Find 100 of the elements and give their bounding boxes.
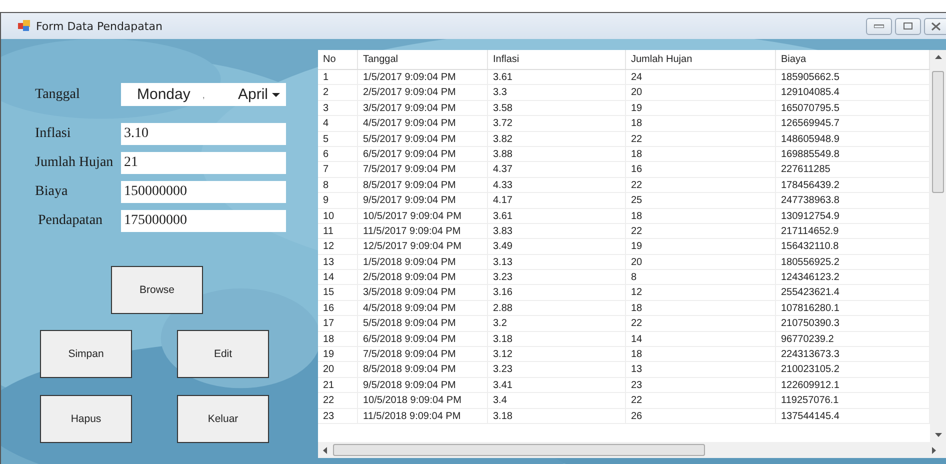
table-cell: 6/5/2017 9:09:04 PM	[358, 146, 488, 162]
table-cell: 4.33	[488, 178, 626, 192]
table-cell: 10/5/2017 9:09:04 PM	[358, 208, 488, 223]
caret-icon[interactable]	[272, 92, 280, 96]
horizontal-scrollbar[interactable]	[318, 442, 946, 458]
table-cell: 20	[626, 85, 776, 100]
table-cell: 5/5/2018 9:09:04 PM	[358, 316, 488, 331]
table-cell: 4/5/2018 9:09:04 PM	[358, 300, 488, 316]
table-cell: 7	[318, 162, 358, 177]
table-cell: 22	[626, 224, 776, 238]
table-cell: 22	[626, 132, 776, 146]
window-title: Form Data Pendapatan	[36, 20, 162, 32]
table-cell: 3.4	[488, 393, 626, 408]
field-label: Tanggal	[34, 86, 81, 102]
table-cell: 13	[626, 362, 776, 377]
table-cell: 3.2	[488, 316, 626, 331]
table-cell: 20	[318, 362, 358, 377]
table-cell: 3.3	[488, 85, 626, 100]
table-cell: 1/5/2018 9:09:04 PM	[358, 254, 488, 270]
date-separator: ,	[202, 90, 205, 100]
table-cell: 10/5/2018 9:09:04 PM	[358, 393, 488, 408]
action-button[interactable]: Keluar	[177, 395, 269, 443]
table-cell: 26	[626, 408, 776, 423]
table-cell: 3.88	[488, 146, 626, 162]
date-picker[interactable]: Monday , April	[121, 83, 286, 106]
table-cell: 6/5/2018 9:09:04 PM	[358, 332, 488, 346]
table-cell: 14	[626, 332, 776, 346]
minimize-button[interactable]	[866, 18, 892, 34]
table-cell: 3.18	[488, 408, 626, 423]
scroll-thumb[interactable]	[932, 71, 944, 193]
table-cell: 18	[626, 116, 776, 131]
browse-button[interactable]: Browse	[111, 266, 203, 314]
table-cell: 17	[318, 316, 358, 331]
column-header[interactable]: Jumlah Hujan	[626, 50, 776, 69]
table-cell: 18	[626, 146, 776, 162]
table-cell: 12	[318, 239, 358, 254]
table-cell: 3.49	[488, 239, 626, 254]
table-cell: 14	[318, 270, 358, 284]
table-cell: 16	[318, 300, 358, 316]
table-cell: 3.23	[488, 362, 626, 377]
input-field[interactable]: 150000000	[121, 181, 286, 203]
maximize-button[interactable]	[895, 18, 921, 34]
action-button[interactable]: Simpan	[40, 330, 132, 378]
close-button[interactable]	[924, 18, 946, 34]
table-cell: 3.18	[488, 332, 626, 346]
scroll-right-icon[interactable]	[932, 446, 936, 454]
column-header[interactable]: Inflasi	[488, 50, 626, 69]
table-cell: 4	[318, 116, 358, 131]
table-cell: 13	[318, 254, 358, 270]
table-cell: 8	[626, 270, 776, 284]
input-field[interactable]: 3.10	[121, 123, 286, 145]
table-cell: 9/5/2017 9:09:04 PM	[358, 193, 488, 208]
table-cell: 22	[626, 316, 776, 331]
table-cell: 19	[626, 100, 776, 116]
table-cell: 3	[318, 100, 358, 116]
table-cell: 9	[318, 193, 358, 208]
table-cell: 4/5/2017 9:09:04 PM	[358, 116, 488, 131]
table-cell: 4.17	[488, 193, 626, 208]
field-label: Pendapatan	[37, 213, 104, 229]
vertical-scrollbar[interactable]	[930, 50, 946, 442]
table-cell: 2/5/2018 9:09:04 PM	[358, 270, 488, 284]
table-cell: 23	[318, 408, 358, 423]
table-cell: 19	[626, 239, 776, 254]
table-cell: 8/5/2018 9:09:04 PM	[358, 362, 488, 377]
column-header[interactable]: No	[318, 50, 358, 69]
minimize-icon	[874, 24, 884, 28]
table-cell: 6	[318, 146, 358, 162]
scroll-left-icon[interactable]	[323, 446, 327, 454]
table-cell: 12/5/2017 9:09:04 PM	[358, 239, 488, 254]
table-cell: 2	[318, 85, 358, 100]
table-cell: 18	[318, 332, 358, 346]
table-cell: 11/5/2018 9:09:04 PM	[358, 408, 488, 423]
table-cell: 22	[626, 178, 776, 192]
column-header[interactable]: Tanggal	[358, 50, 488, 69]
input-field[interactable]: 21	[121, 152, 286, 174]
table-cell: 3/5/2018 9:09:04 PM	[358, 285, 488, 300]
date-day: Monday	[137, 86, 190, 103]
table-cell: 1	[318, 70, 358, 84]
scroll-thumb[interactable]	[333, 444, 705, 456]
field-label: Inflasi	[34, 126, 72, 142]
table-cell: 3.13	[488, 254, 626, 270]
table-cell: 10	[318, 208, 358, 223]
table-cell: 4.37	[488, 162, 626, 177]
scroll-down-icon[interactable]	[934, 433, 942, 437]
table-cell: 3.82	[488, 132, 626, 146]
action-button[interactable]: Hapus	[40, 395, 132, 443]
table-cell: 25	[626, 193, 776, 208]
table-cell: 3.61	[488, 70, 626, 84]
table-cell: 9/5/2018 9:09:04 PM	[358, 378, 488, 392]
table-cell: 11/5/2017 9:09:04 PM	[358, 224, 488, 238]
action-button[interactable]: Edit	[177, 330, 269, 378]
table-cell: 3.58	[488, 100, 626, 116]
table-cell: 22	[318, 393, 358, 408]
table-cell: 8/5/2017 9:09:04 PM	[358, 178, 488, 192]
table-cell: 18	[626, 300, 776, 316]
table-cell: 2/5/2017 9:09:04 PM	[358, 85, 488, 100]
table-cell: 16	[626, 162, 776, 177]
field-label: Biaya	[34, 184, 69, 200]
input-field[interactable]: 175000000	[121, 210, 286, 232]
scroll-up-icon[interactable]	[934, 55, 942, 59]
